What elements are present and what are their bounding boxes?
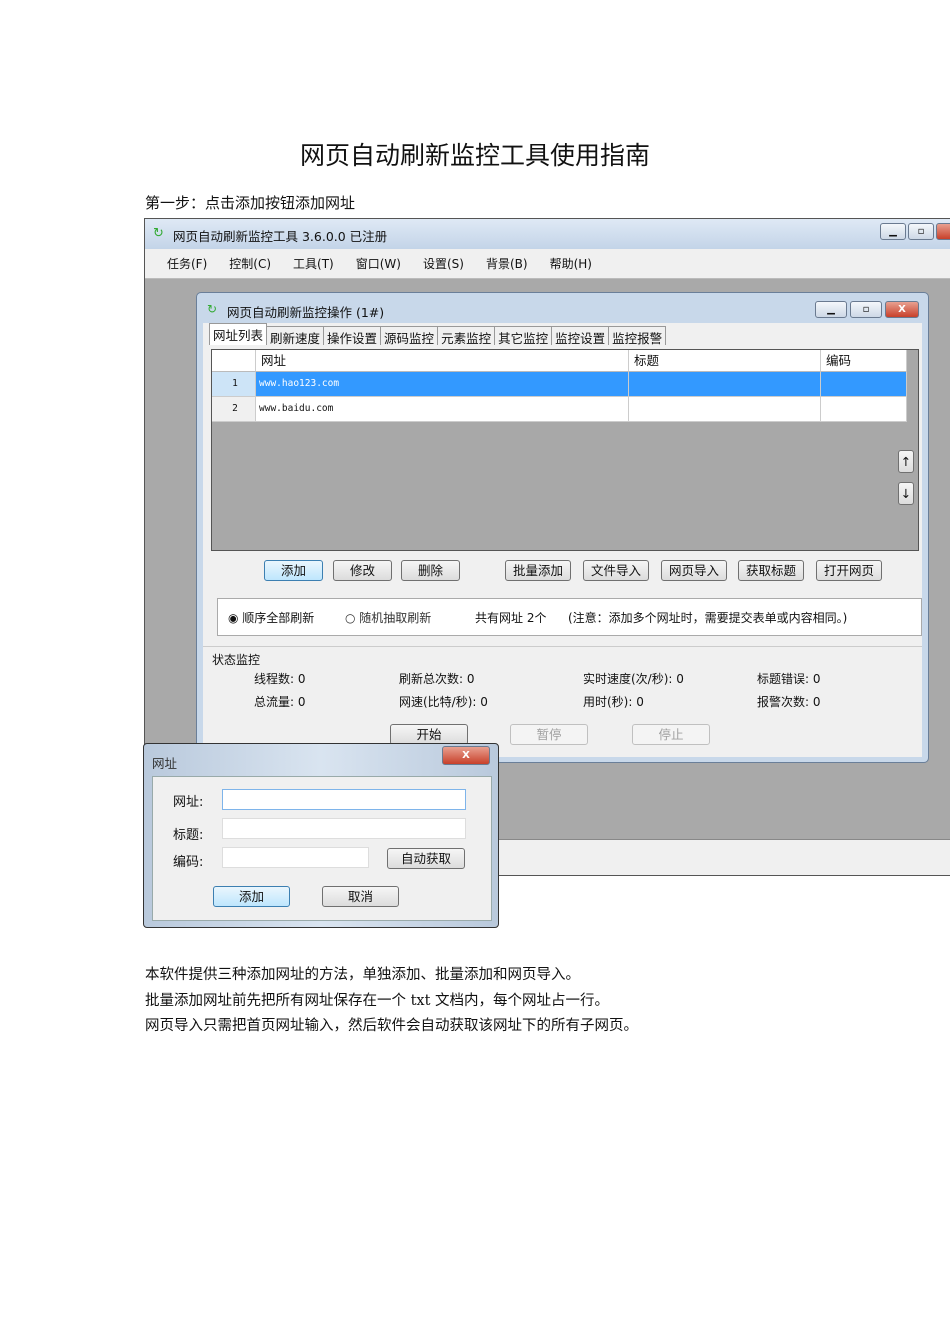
url-table: 网址 标题 编码 1 www.hao123.com 2 www.baidu.co… xyxy=(211,349,919,551)
open-page-button[interactable]: 打开网页 xyxy=(816,560,882,581)
main-titlebar: ↻ 网页自动刷新监控工具 3.6.0.0 已注册 ▁ ▫ xyxy=(145,219,950,249)
radio-sequential[interactable]: ◉ 顺序全部刷新 xyxy=(228,609,314,626)
dialog-add-button[interactable]: 添加 xyxy=(213,886,290,907)
encoding-label: 编码: xyxy=(173,855,204,870)
child-title: 网页自动刷新监控操作 (1#) xyxy=(227,305,385,320)
menu-background[interactable]: 背景(B) xyxy=(486,255,528,272)
file-import-button[interactable]: 文件导入 xyxy=(583,560,649,581)
stat-speed: 实时速度(次/秒): 0 xyxy=(583,672,684,686)
tab-refresh-speed[interactable]: 刷新速度 xyxy=(266,326,325,346)
note-text: (注意：添加多个网址时，需要提交表单或内容相同。) xyxy=(568,611,848,625)
status-group: 状态监控 线程数: 0 刷新总次数: 0 实时速度(次/秒): 0 标题错误: … xyxy=(203,646,922,716)
paragraph: 批量添加网址前先把所有网址保存在一个 txt 文档内，每个网址占一行。 xyxy=(145,993,610,1009)
radio-label: 随机抽取刷新 xyxy=(359,611,432,625)
header-encoding[interactable]: 编码 xyxy=(821,350,907,372)
refresh-icon: ↻ xyxy=(207,302,218,316)
url-count: 共有网址 2个 xyxy=(475,611,547,625)
menu-window[interactable]: 窗口(W) xyxy=(356,255,401,272)
tab-monitor-alarm[interactable]: 监控报警 xyxy=(608,326,667,346)
paragraph: 本软件提供三种添加网址的方法，单独添加、批量添加和网页导入。 xyxy=(145,967,580,983)
dialog-body: 网址: 标题: 编码: 自动获取 添加 取消 xyxy=(152,776,492,921)
maximize-button[interactable]: ▫ xyxy=(908,223,934,240)
menubar: 任务(F) 控制(C) 工具(T) 窗口(W) 设置(S) 背景(B) 帮助(H… xyxy=(145,249,950,279)
step-heading: 第一步：点击添加按钮添加网址 xyxy=(145,194,356,212)
encoding-input[interactable] xyxy=(222,847,369,868)
move-up-button[interactable]: ↑ xyxy=(898,450,914,473)
stop-button[interactable]: 停止 xyxy=(632,724,710,745)
row-encoding[interactable] xyxy=(821,397,907,422)
tab-bar: 网址列表 刷新速度 操作设置 源码监控 元素监控 其它监控 监控设置 监控报警 xyxy=(209,323,667,346)
dialog-close-button[interactable]: X xyxy=(442,746,490,765)
url-input[interactable] xyxy=(222,789,466,810)
child-minimize-button[interactable]: ▁ xyxy=(815,301,847,318)
auto-detect-button[interactable]: 自动获取 xyxy=(387,848,465,869)
tab-monitor-settings[interactable]: 监控设置 xyxy=(551,326,610,346)
edit-button[interactable]: 修改 xyxy=(333,560,392,581)
stat-alarms: 报警次数: 0 xyxy=(757,695,821,709)
document-title: 网页自动刷新监控工具使用指南 xyxy=(299,141,650,170)
page-import-button[interactable]: 网页导入 xyxy=(661,560,727,581)
move-down-button[interactable]: ↓ xyxy=(898,482,914,505)
stat-traffic: 总流量: 0 xyxy=(254,695,306,709)
stat-title-errors: 标题错误: 0 xyxy=(757,672,821,686)
refresh-mode-panel: ◉ 顺序全部刷新 ○ 随机抽取刷新 共有网址 2个 (注意：添加多个网址时，需要… xyxy=(217,598,922,636)
row-index: 2 xyxy=(212,397,256,422)
header-index xyxy=(212,350,256,372)
app-title: 网页自动刷新监控工具 3.6.0.0 已注册 xyxy=(173,229,388,244)
radio-label: 顺序全部刷新 xyxy=(242,611,315,625)
row-title[interactable] xyxy=(629,372,821,397)
stat-threads: 线程数: 0 xyxy=(254,672,306,686)
header-url[interactable]: 网址 xyxy=(256,350,629,372)
start-button[interactable]: 开始 xyxy=(390,724,468,745)
child-maximize-button[interactable]: ▫ xyxy=(850,301,882,318)
row-encoding[interactable] xyxy=(821,372,907,397)
header-title[interactable]: 标题 xyxy=(629,350,821,372)
row-title[interactable] xyxy=(629,397,821,422)
stat-refresh-total: 刷新总次数: 0 xyxy=(399,672,475,686)
add-url-dialog: 网址 X 网址: 标题: 编码: 自动获取 添加 取消 xyxy=(143,743,499,928)
tab-url-list[interactable]: 网址列表 xyxy=(209,323,268,345)
close-button[interactable] xyxy=(936,223,950,240)
row-index: 1 xyxy=(212,372,256,397)
dialog-cancel-button[interactable]: 取消 xyxy=(322,886,399,907)
row-url[interactable]: www.hao123.com xyxy=(256,372,629,397)
stat-bandwidth: 网速(比特/秒): 0 xyxy=(399,695,488,709)
menu-task[interactable]: 任务(F) xyxy=(167,255,207,272)
menu-control[interactable]: 控制(C) xyxy=(229,255,271,272)
tab-source-monitor[interactable]: 源码监控 xyxy=(380,326,439,346)
menu-settings[interactable]: 设置(S) xyxy=(423,255,464,272)
url-label: 网址: xyxy=(173,795,204,810)
paragraph: 网页导入只需把首页网址输入，然后软件会自动获取该网址下的所有子网页。 xyxy=(145,1018,638,1034)
row-url[interactable]: www.baidu.com xyxy=(256,397,629,422)
menu-tools[interactable]: 工具(T) xyxy=(293,255,334,272)
child-body: 网址列表 刷新速度 操作设置 源码监控 元素监控 其它监控 监控设置 监控报警 … xyxy=(203,323,922,757)
child-window: ↻ 网页自动刷新监控操作 (1#) ▁ ▫ X 网址列表 刷新速度 操作设置 源… xyxy=(196,292,929,763)
tab-element-monitor[interactable]: 元素监控 xyxy=(437,326,496,346)
radio-random[interactable]: ○ 随机抽取刷新 xyxy=(345,609,431,626)
stat-elapsed: 用时(秒): 0 xyxy=(583,695,644,709)
batch-add-button[interactable]: 批量添加 xyxy=(505,560,571,581)
get-title-button[interactable]: 获取标题 xyxy=(738,560,804,581)
title-label: 标题: xyxy=(173,828,204,843)
status-title: 状态监控 xyxy=(212,653,261,667)
title-input[interactable] xyxy=(222,818,466,839)
refresh-icon: ↻ xyxy=(153,226,164,241)
pause-button[interactable]: 暂停 xyxy=(510,724,588,745)
menu-help[interactable]: 帮助(H) xyxy=(550,255,592,272)
child-close-button[interactable]: X xyxy=(885,301,919,318)
delete-button[interactable]: 删除 xyxy=(401,560,460,581)
add-button[interactable]: 添加 xyxy=(264,560,323,581)
tab-operation[interactable]: 操作设置 xyxy=(323,326,382,346)
dialog-title: 网址 xyxy=(152,756,178,771)
minimize-button[interactable]: ▁ xyxy=(880,223,906,240)
tab-other-monitor[interactable]: 其它监控 xyxy=(494,326,553,346)
